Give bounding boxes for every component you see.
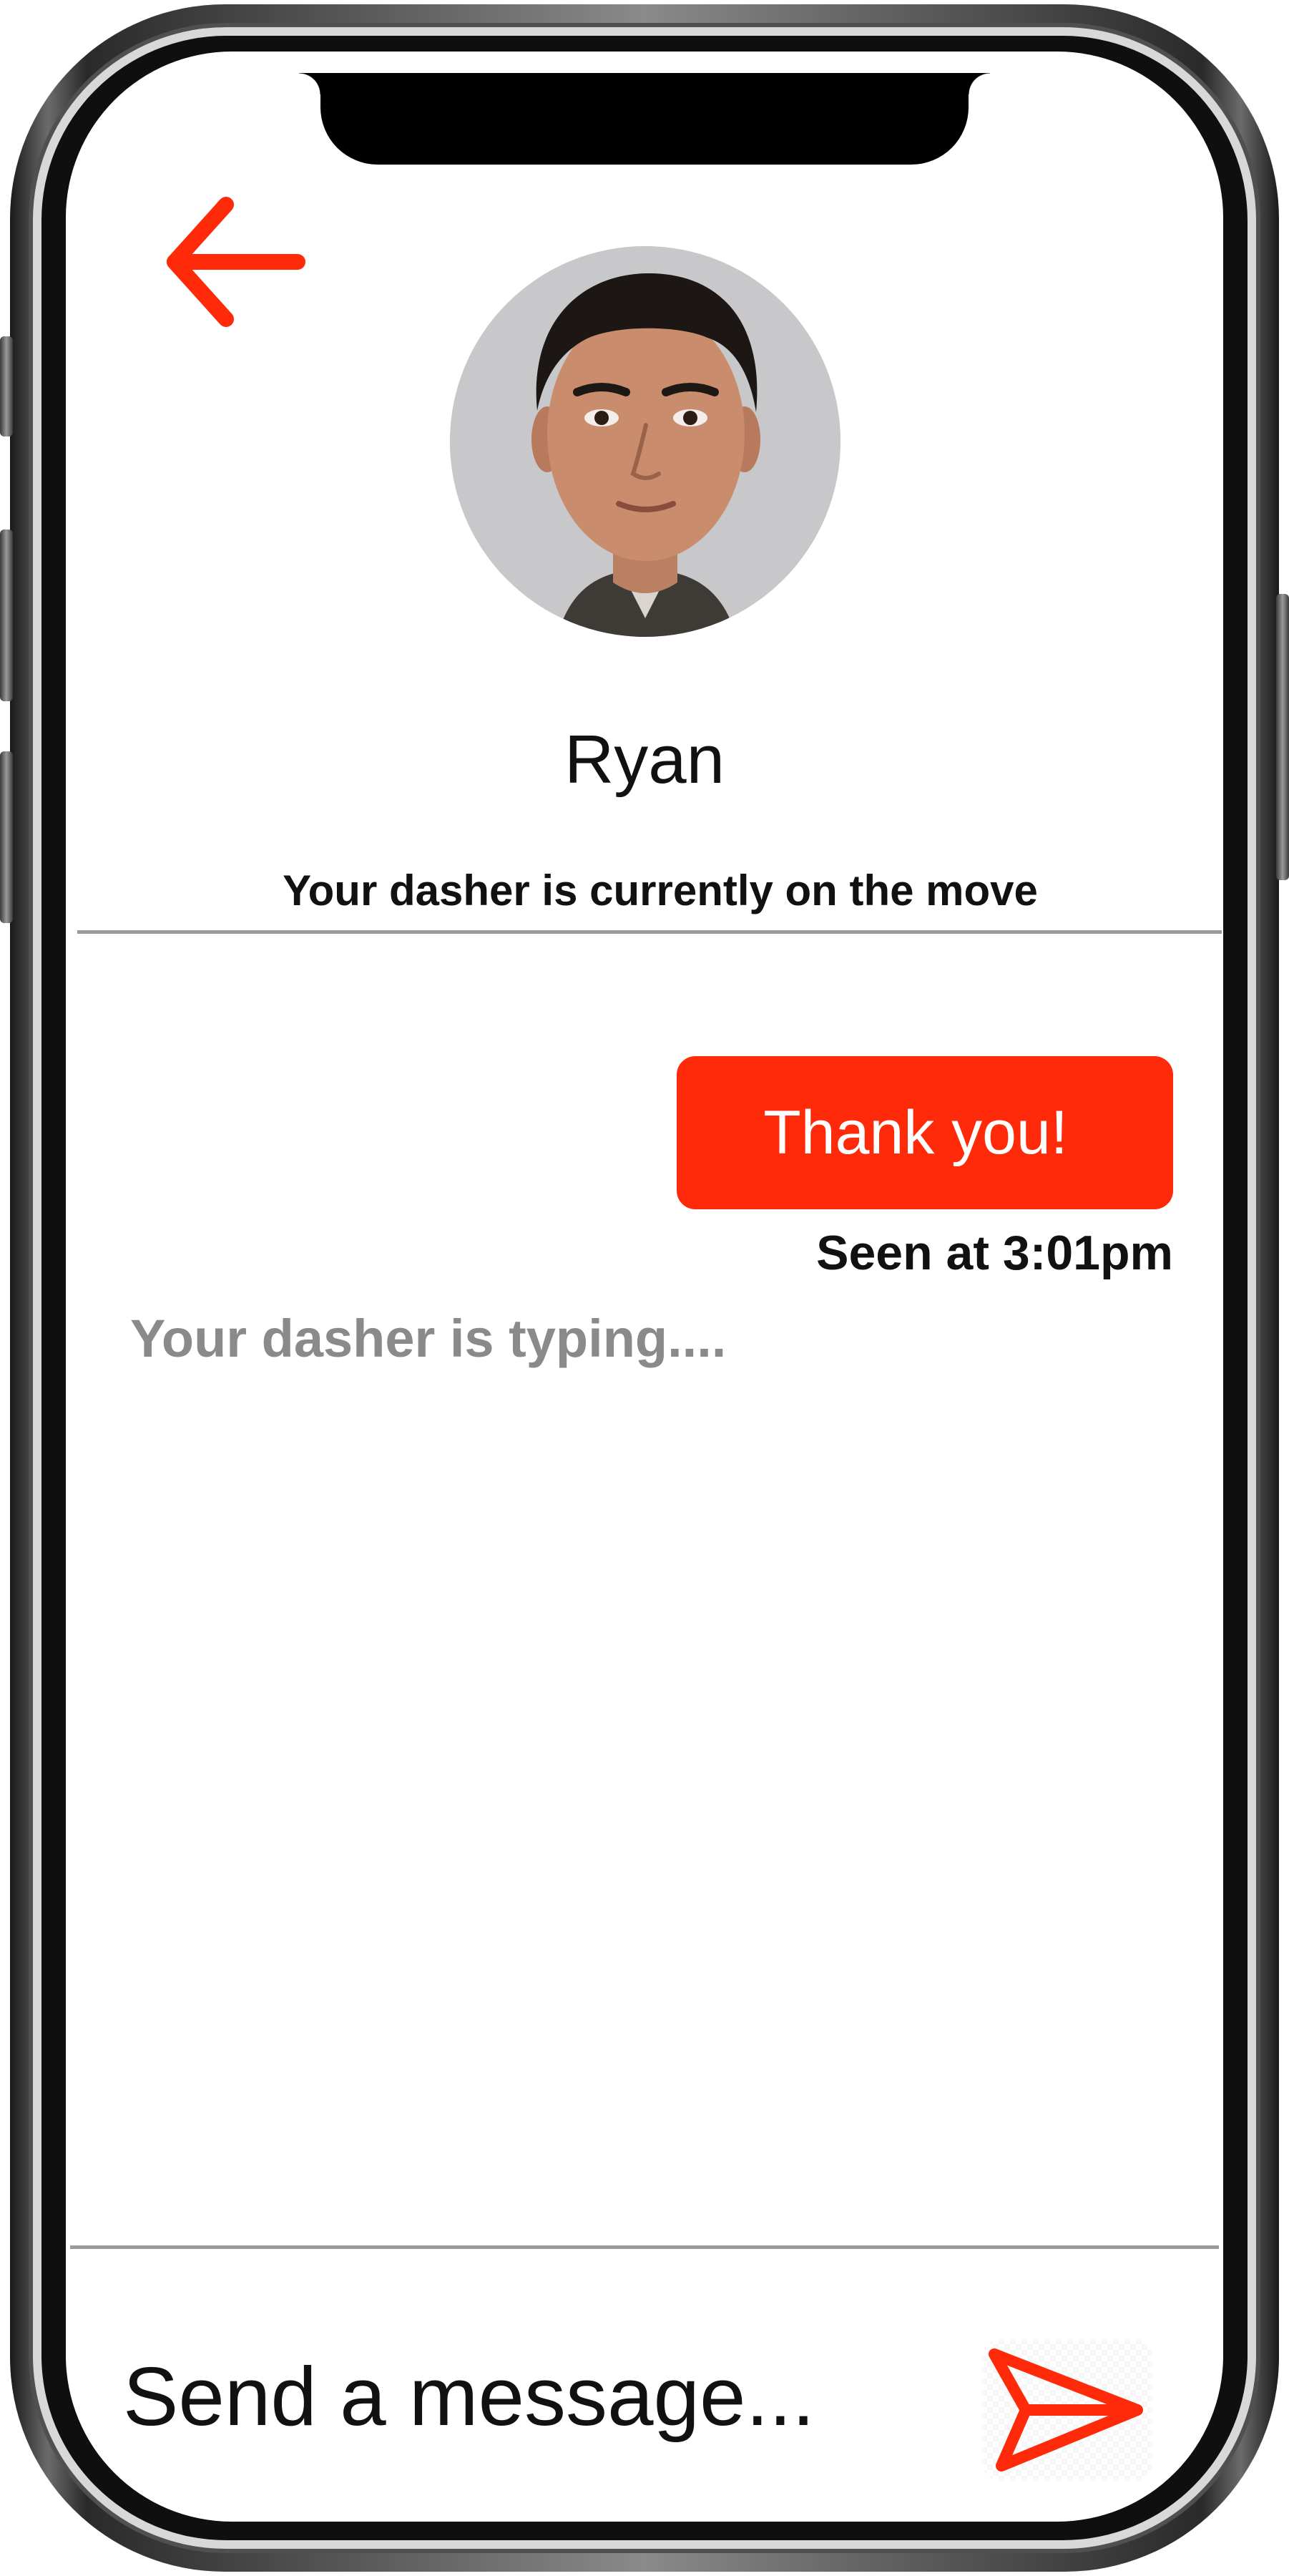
typing-indicator: Your dasher is typing....	[130, 1309, 727, 1368]
contact-name: Ryan	[564, 721, 725, 798]
send-button[interactable]	[981, 2338, 1153, 2482]
arrow-left-icon	[167, 197, 305, 327]
delivery-status: Your dasher is currently on the move	[283, 867, 1038, 914]
phone-mockup: Ryan Your dasher is currently on the mov…	[0, 0, 1289, 2576]
composer-divider	[70, 2245, 1219, 2249]
person-photo-icon	[450, 246, 840, 637]
chat-screen: Ryan Your dasher is currently on the mov…	[66, 52, 1223, 2522]
sent-message-bubble: Thank you!	[677, 1056, 1173, 1209]
message-input[interactable]	[123, 2343, 960, 2450]
silent-switch	[0, 336, 13, 436]
avatar	[450, 246, 840, 637]
paper-plane-icon	[989, 2348, 1143, 2472]
read-receipt: Seen at 3:01pm	[816, 1226, 1173, 1280]
notch	[299, 73, 990, 165]
back-button[interactable]	[155, 195, 312, 331]
volume-down-button	[0, 751, 13, 923]
header-divider	[77, 930, 1222, 934]
power-button	[1276, 594, 1289, 880]
volume-up-button	[0, 530, 13, 701]
message-composer	[66, 2250, 1223, 2522]
